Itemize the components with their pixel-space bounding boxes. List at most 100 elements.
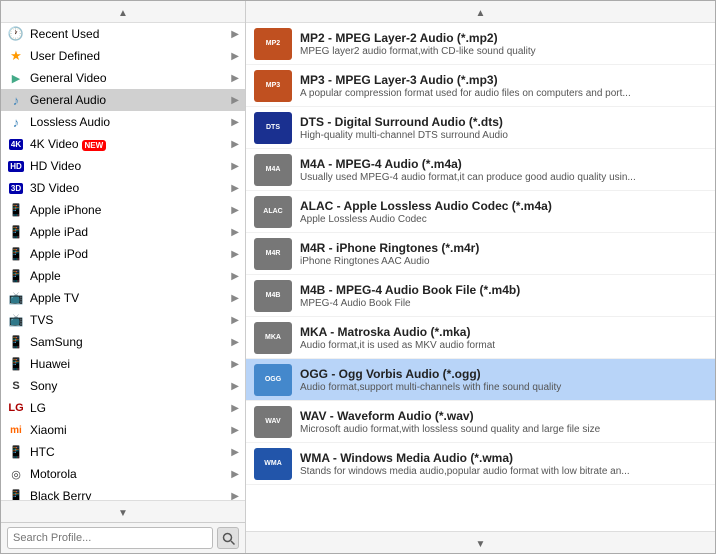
right-items-list: MP2 MP2 - MPEG Layer-2 Audio (*.mp2) MPE… [246,23,715,531]
sidebar-item-label: General Video [30,71,231,85]
sidebar-item-label: Recent Used [30,27,231,41]
sidebar-item-lossless-audio[interactable]: ♪ Lossless Audio ▶ [1,111,245,133]
sidebar-item-motorola[interactable]: ◎ Motorola ▶ [1,463,245,485]
sidebar-item-xiaomi[interactable]: mi Xiaomi ▶ [1,419,245,441]
format-item-m4r[interactable]: M4R M4R - iPhone Ringtones (*.m4r) iPhon… [246,233,715,275]
arrow-icon: ▶ [231,51,239,62]
sidebar-item-label: Motorola [30,467,231,481]
format-desc: Stands for windows media audio,popular a… [300,466,700,477]
format-content: M4R - iPhone Ringtones (*.m4r) iPhone Ri… [300,241,707,267]
format-content: ALAC - Apple Lossless Audio Codec (*.m4a… [300,199,707,225]
arrow-icon: ▶ [231,359,239,370]
format-item-dts[interactable]: DTS DTS - Digital Surround Audio (*.dts)… [246,107,715,149]
item-icon-user-defined: ★ [7,47,25,65]
sidebar-item-label: Apple iPod [30,247,231,261]
format-desc: MPEG-4 Audio Book File [300,298,700,309]
format-desc: Microsoft audio format,with lossless sou… [300,424,700,435]
sidebar-item-label: User Defined [30,49,231,63]
format-content: M4B - MPEG-4 Audio Book File (*.m4b) MPE… [300,283,707,309]
format-item-mp3[interactable]: MP3 MP3 - MPEG Layer-3 Audio (*.mp3) A p… [246,65,715,107]
search-input[interactable] [7,527,213,549]
format-content: OGG - Ogg Vorbis Audio (*.ogg) Audio for… [300,367,707,393]
item-icon-sony: S [7,377,25,395]
arrow-icon: ▶ [231,315,239,326]
format-title: DTS - Digital Surround Audio (*.dts) [300,115,707,129]
format-title: M4A - MPEG-4 Audio (*.m4a) [300,157,707,171]
arrow-icon: ▶ [231,469,239,480]
left-scroll-up[interactable] [1,1,245,23]
format-item-mp2[interactable]: MP2 MP2 - MPEG Layer-2 Audio (*.mp2) MPE… [246,23,715,65]
item-icon-general-audio: ♪ [7,91,25,109]
item-icon-recent-used: 🕐 [7,25,25,43]
right-scroll-down[interactable] [246,531,715,553]
sidebar-item-samsung[interactable]: 📱 SamSung ▶ [1,331,245,353]
sidebar-item-label: Black Berry [30,489,231,500]
arrow-icon: ▶ [231,205,239,216]
arrow-icon: ▶ [231,73,239,84]
sidebar-item-4k-video[interactable]: 4K 4K VideoNEW ▶ [1,133,245,155]
item-icon-xiaomi: mi [7,421,25,439]
sidebar-item-apple-iphone[interactable]: 📱 Apple iPhone ▶ [1,199,245,221]
item-icon-3d-video: 3D [7,179,25,197]
item-icon-apple-iphone: 📱 [7,201,25,219]
format-icon: WAV [254,406,292,438]
item-icon-lg: LG [7,399,25,417]
format-title: OGG - Ogg Vorbis Audio (*.ogg) [300,367,707,381]
right-scroll-up[interactable] [246,1,715,23]
arrow-icon: ▶ [231,337,239,348]
left-items-list: 🕐 Recent Used ▶ ★ User Defined ▶ ▶ Gener… [1,23,245,500]
sidebar-item-apple-ipod[interactable]: 📱 Apple iPod ▶ [1,243,245,265]
sidebar-item-user-defined[interactable]: ★ User Defined ▶ [1,45,245,67]
format-content: MP2 - MPEG Layer-2 Audio (*.mp2) MPEG la… [300,31,707,57]
sidebar-item-3d-video[interactable]: 3D 3D Video ▶ [1,177,245,199]
format-content: MKA - Matroska Audio (*.mka) Audio forma… [300,325,707,351]
format-title: M4R - iPhone Ringtones (*.m4r) [300,241,707,255]
arrow-icon: ▶ [231,183,239,194]
arrow-icon: ▶ [231,249,239,260]
left-scroll-down[interactable] [1,500,245,522]
format-item-ogg[interactable]: OGG OGG - Ogg Vorbis Audio (*.ogg) Audio… [246,359,715,401]
arrow-icon: ▶ [231,381,239,392]
right-scroll-up-icon [476,5,486,19]
sidebar-item-hd-video[interactable]: HD HD Video ▶ [1,155,245,177]
format-item-wma[interactable]: WMA WMA - Windows Media Audio (*.wma) St… [246,443,715,485]
sidebar-item-label: Apple [30,269,231,283]
format-item-m4a[interactable]: M4A M4A - MPEG-4 Audio (*.m4a) Usually u… [246,149,715,191]
format-icon: MP3 [254,70,292,102]
format-content: MP3 - MPEG Layer-3 Audio (*.mp3) A popul… [300,73,707,99]
item-icon-lossless-audio: ♪ [7,113,25,131]
sidebar-item-blackberry[interactable]: 📱 Black Berry ▶ [1,485,245,500]
format-icon: MKA [254,322,292,354]
format-icon: WMA [254,448,292,480]
sidebar-item-lg[interactable]: LG LG ▶ [1,397,245,419]
format-icon: MP2 [254,28,292,60]
item-icon-apple: 📱 [7,267,25,285]
sidebar-item-recent-used[interactable]: 🕐 Recent Used ▶ [1,23,245,45]
format-item-wav[interactable]: WAV WAV - Waveform Audio (*.wav) Microso… [246,401,715,443]
sidebar-item-apple-tv[interactable]: 📺 Apple TV ▶ [1,287,245,309]
item-icon-4k-video: 4K [7,135,25,153]
format-item-mka[interactable]: MKA MKA - Matroska Audio (*.mka) Audio f… [246,317,715,359]
sidebar-item-sony[interactable]: S Sony ▶ [1,375,245,397]
sidebar-item-label: 3D Video [30,181,231,195]
main-container: 🕐 Recent Used ▶ ★ User Defined ▶ ▶ Gener… [0,0,716,554]
arrow-icon: ▶ [231,403,239,414]
sidebar-item-general-audio[interactable]: ♪ General Audio ▶ [1,89,245,111]
format-item-m4b[interactable]: M4B M4B - MPEG-4 Audio Book File (*.m4b)… [246,275,715,317]
new-badge: NEW [82,140,107,151]
format-icon: DTS [254,112,292,144]
sidebar-item-label: General Audio [30,93,231,107]
search-bar [1,522,245,553]
format-item-alac[interactable]: ALAC ALAC - Apple Lossless Audio Codec (… [246,191,715,233]
search-button[interactable] [217,527,239,549]
item-icon-huawei: 📱 [7,355,25,373]
left-panel: 🕐 Recent Used ▶ ★ User Defined ▶ ▶ Gener… [1,1,246,553]
sidebar-item-apple-ipad[interactable]: 📱 Apple iPad ▶ [1,221,245,243]
item-icon-samsung: 📱 [7,333,25,351]
sidebar-item-htc[interactable]: 📱 HTC ▶ [1,441,245,463]
sidebar-item-huawei[interactable]: 📱 Huawei ▶ [1,353,245,375]
sidebar-item-apple[interactable]: 📱 Apple ▶ [1,265,245,287]
sidebar-item-tvs[interactable]: 📺 TVS ▶ [1,309,245,331]
format-desc: iPhone Ringtones AAC Audio [300,256,700,267]
sidebar-item-general-video[interactable]: ▶ General Video ▶ [1,67,245,89]
